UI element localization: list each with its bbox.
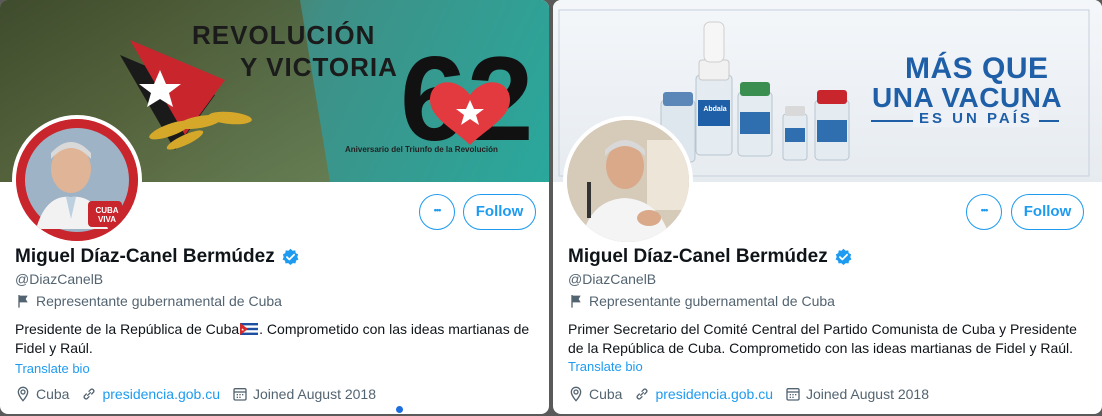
avatar-badge: CUBA VIVA xyxy=(95,206,119,224)
profile-meta: Cuba presidencia.gob.cu Joined August 20… xyxy=(15,386,376,402)
website-link[interactable]: presidencia.gob.cu xyxy=(102,386,220,402)
display-name: Miguel Díaz-Canel Bermúdez xyxy=(15,246,275,267)
calendar-icon xyxy=(233,388,247,401)
verified-badge-icon xyxy=(835,248,852,265)
handle: @DiazCanelB xyxy=(568,271,657,287)
location-pin-icon xyxy=(17,386,29,402)
website-link[interactable]: presidencia.gob.cu xyxy=(655,386,773,402)
profile-card-right: MÁS QUE UNA VACUNA ES UN PAÍS Abdala •••… xyxy=(553,0,1102,414)
name-row: Miguel Díaz-Canel Bermúdez xyxy=(568,246,853,268)
profile-meta: Cuba presidencia.gob.cu Joined August 20… xyxy=(568,386,929,402)
follow-button[interactable]: Follow xyxy=(1011,194,1084,230)
cuba-flag-icon xyxy=(240,321,259,335)
banner-line-3: ES UN PAÍS xyxy=(913,110,1039,127)
scroll-indicator-dot xyxy=(396,406,403,413)
avatar[interactable]: CUBA VIVA xyxy=(12,115,142,245)
location-text: Cuba xyxy=(589,386,623,402)
category-label: Representante gubernamental de Cuba xyxy=(15,293,282,309)
website[interactable]: presidencia.gob.cu xyxy=(81,386,220,402)
translate-bio-link[interactable]: Translate bio xyxy=(568,359,643,374)
website[interactable]: presidencia.gob.cu xyxy=(634,386,773,402)
avatar[interactable] xyxy=(563,116,693,246)
category-text: Representante gubernamental de Cuba xyxy=(589,293,835,309)
category-text: Representante gubernamental de Cuba xyxy=(36,293,282,309)
handle: @DiazCanelB xyxy=(15,271,104,287)
flag-icon xyxy=(571,295,581,308)
link-icon xyxy=(83,388,95,400)
flag-icon xyxy=(18,295,28,308)
bio: Primer Secretario del Comité Central del… xyxy=(568,321,1077,356)
joined-text: Joined August 2018 xyxy=(253,386,376,402)
name-row: Miguel Díaz-Canel Bermúdez xyxy=(15,246,300,268)
joined-date: Joined August 2018 xyxy=(232,386,376,402)
bio: Presidente de la República de Cuba. Comp… xyxy=(15,320,535,358)
banner-line-1: MÁS QUE xyxy=(905,52,1049,85)
link-icon xyxy=(636,388,648,400)
profile-card-left: 62 REVOLUCIÓN Y VICTORIA Aniversario del… xyxy=(0,0,549,414)
joined-text: Joined August 2018 xyxy=(806,386,929,402)
translate-bio-link[interactable]: Translate bio xyxy=(15,361,90,376)
location-pin-icon xyxy=(570,386,582,402)
location: Cuba xyxy=(568,386,622,402)
banner-subtitle: Aniversario del Triunfo de la Revolución xyxy=(345,145,498,154)
more-button[interactable]: ••• xyxy=(419,194,455,230)
follow-button[interactable]: Follow xyxy=(463,194,536,230)
display-name: Miguel Díaz-Canel Bermúdez xyxy=(568,246,828,267)
joined-date: Joined August 2018 xyxy=(785,386,929,402)
location-text: Cuba xyxy=(36,386,70,402)
location: Cuba xyxy=(15,386,69,402)
avatar-photo xyxy=(567,120,689,242)
banner-headline-1: REVOLUCIÓN xyxy=(192,20,376,50)
verified-badge-icon xyxy=(282,248,299,265)
vaccine-vials xyxy=(660,21,850,163)
category-label: Representante gubernamental de Cuba xyxy=(568,293,835,309)
banner-headline-2: Y VICTORIA xyxy=(240,52,398,82)
calendar-icon xyxy=(786,388,800,401)
vial-label: Abdala xyxy=(703,106,727,113)
more-button[interactable]: ••• xyxy=(966,194,1002,230)
bio-text-1: Presidente de la República de Cuba xyxy=(15,321,240,337)
